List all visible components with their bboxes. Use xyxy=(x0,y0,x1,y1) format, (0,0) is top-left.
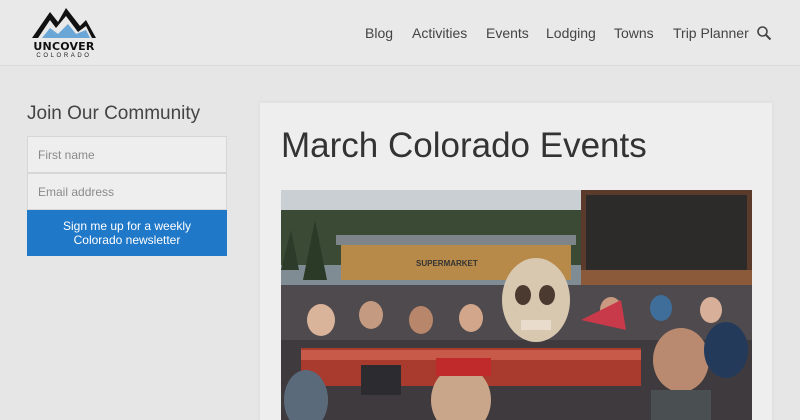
signup-button[interactable]: Sign me up for a weekly Colorado newslet… xyxy=(27,210,227,256)
event-photo: SUPERMARKET xyxy=(281,190,752,420)
nav-trip-planner[interactable]: Trip Planner xyxy=(673,23,749,43)
event-photo-illustration: SUPERMARKET xyxy=(281,190,752,420)
supermarket-sign: SUPERMARKET xyxy=(416,259,478,268)
first-name-field[interactable] xyxy=(27,136,227,173)
nav-blog[interactable]: Blog xyxy=(365,23,393,43)
logo-subtext: COLORADO xyxy=(36,53,92,59)
nav-towns[interactable]: Towns xyxy=(614,23,654,43)
site-header: UNCOVER COLORADO Blog Activities Events … xyxy=(0,0,800,66)
main-nav: Blog Activities Events Lodging Towns Tri… xyxy=(0,23,800,43)
search-icon[interactable] xyxy=(756,25,772,41)
nav-activities[interactable]: Activities xyxy=(412,23,467,43)
page-title: March Colorado Events xyxy=(281,126,647,165)
email-field[interactable] xyxy=(27,173,227,210)
article-card: March Colorado Events SUPERMARKET xyxy=(259,102,773,420)
sidebar-title: Join Our Community xyxy=(27,103,201,124)
newsletter-sidebar: Join Our Community Sign me up for a week… xyxy=(27,100,227,256)
nav-lodging[interactable]: Lodging xyxy=(546,23,596,43)
nav-events[interactable]: Events xyxy=(486,23,529,43)
